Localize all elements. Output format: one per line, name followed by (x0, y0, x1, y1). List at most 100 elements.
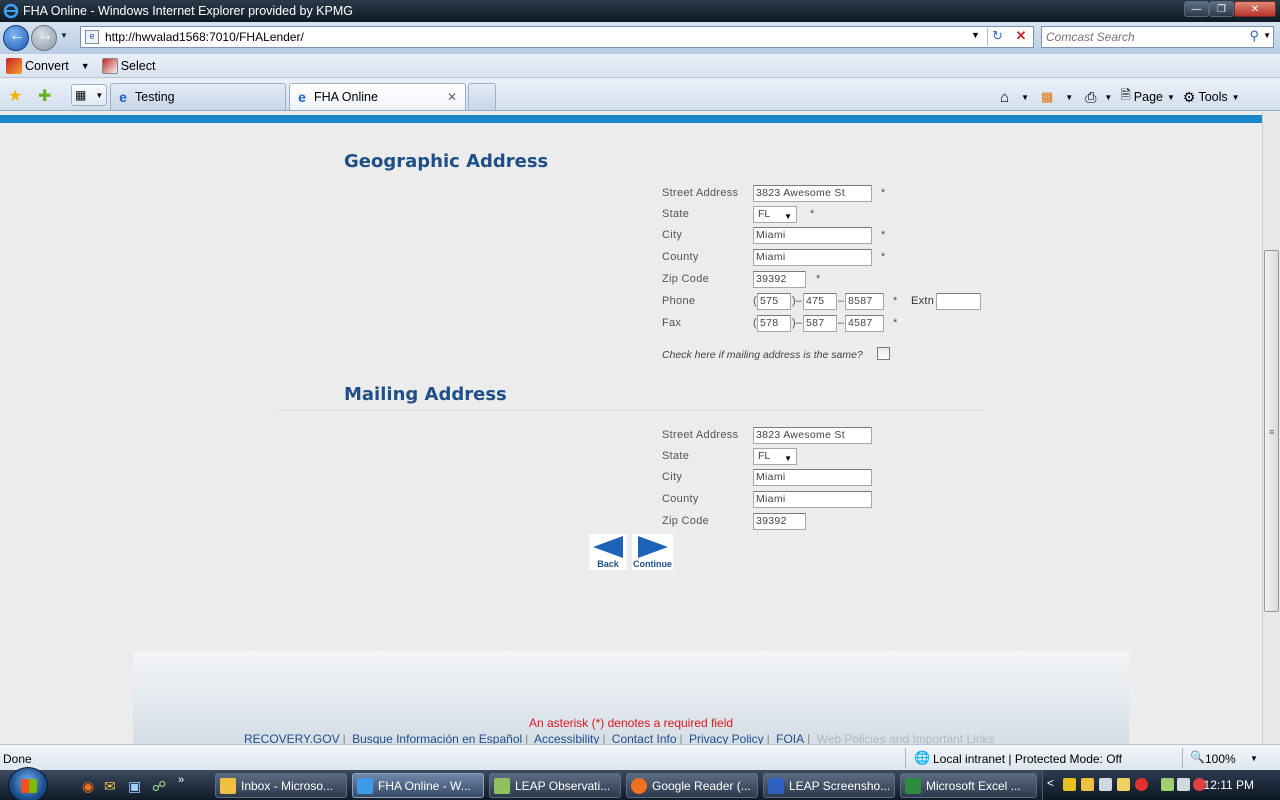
link-privacy-policy[interactable]: Privacy Policy (689, 732, 764, 744)
taskbar-fha-online[interactable]: FHA Online - W... (352, 773, 484, 798)
desktop-icon[interactable]: ▣ (128, 778, 141, 795)
network-tray-icon[interactable] (1177, 778, 1190, 791)
zoom-dropdown-icon[interactable]: ▼ (1250, 754, 1258, 763)
mail-city-input[interactable]: Miami (753, 469, 872, 486)
tools-dropdown-icon[interactable]: ▼ (1232, 93, 1240, 102)
print-dropdown-icon[interactable]: ▼ (1104, 93, 1112, 102)
feeds-icon[interactable]: ▩ (1041, 89, 1053, 105)
vertical-scrollbar[interactable]: ≡ (1262, 112, 1280, 744)
same-address-label: Check here if mailing address is the sam… (662, 349, 863, 361)
security-zone[interactable]: Local intranet | Protected Mode: Off (933, 752, 1122, 766)
alert-icon[interactable] (1135, 778, 1148, 791)
address-bar[interactable]: e http://hwvalad1568:7010/FHALender/ ▼ ↻… (80, 26, 1034, 48)
notes-icon (494, 777, 510, 794)
fax-prefix-input[interactable]: 587 (803, 315, 837, 332)
close-window-button[interactable]: ✕ (1234, 1, 1276, 17)
tray-expand-icon[interactable]: < (1047, 776, 1054, 790)
history-dropdown-icon[interactable]: ▼ (60, 31, 68, 40)
outlook-tray-icon[interactable] (1081, 778, 1094, 791)
taskbar-excel[interactable]: Microsoft Excel ... (900, 773, 1037, 798)
feeds-dropdown-icon[interactable]: ▼ (1065, 93, 1073, 102)
link-web-policies[interactable]: Web Policies and Important Links (817, 732, 995, 744)
globe-icon: 🌐 (914, 750, 931, 765)
firefox-icon[interactable]: ◉ (82, 778, 94, 795)
continue-button[interactable]: Continue (632, 534, 673, 570)
mail-county-input[interactable]: Miami (753, 491, 872, 508)
favorites-star-icon[interactable]: ★ (8, 86, 22, 106)
geo-state-select[interactable]: FL ▼ (753, 206, 797, 223)
page-menu[interactable]: Page (1134, 90, 1163, 104)
address-dropdown-icon[interactable]: ▼ (971, 30, 980, 40)
convert-button[interactable]: Convert ▼ (6, 57, 90, 74)
refresh-icon[interactable]: ↻ (987, 28, 1007, 46)
taskbar-leap-observation[interactable]: LEAP Observati... (489, 773, 621, 798)
maximize-button[interactable]: ❒ (1209, 1, 1234, 17)
required-mark: * (881, 229, 886, 241)
clock[interactable]: 12:11 PM (1204, 778, 1254, 792)
minimize-button[interactable]: — (1184, 1, 1209, 17)
chevron-down-icon: ▼ (784, 212, 792, 221)
same-address-checkbox[interactable] (877, 347, 890, 360)
tab-list-dropdown-icon[interactable]: ▼ (95, 91, 103, 100)
mail-state-select[interactable]: FL ▼ (753, 448, 797, 465)
tab-testing[interactable]: e Testing (110, 83, 286, 110)
url-text[interactable]: http://hwvalad1568:7010/FHALender/ (105, 30, 304, 44)
taskbar-inbox[interactable]: Inbox - Microso... (215, 773, 347, 798)
stop-icon[interactable]: ✕ (1011, 28, 1031, 46)
link-foia[interactable]: FOIA (776, 732, 804, 744)
tab-fha-online[interactable]: e FHA Online ✕ (289, 83, 466, 110)
taskbar-label: LEAP Screensho... (789, 778, 891, 793)
shield-icon[interactable] (1117, 778, 1130, 791)
extn-input[interactable] (936, 293, 981, 310)
messenger-icon[interactable] (1099, 778, 1112, 791)
geo-county-input[interactable]: Miami (753, 249, 872, 266)
tools-menu[interactable]: Tools (1198, 90, 1227, 104)
taskbar-google-reader[interactable]: Google Reader (... (626, 773, 758, 798)
link-espanol[interactable]: Busque Información en Español (352, 732, 522, 744)
mail-city-label: City (662, 471, 683, 483)
power-icon[interactable] (1161, 778, 1174, 791)
back-button[interactable]: Back (589, 534, 627, 570)
page-footer (133, 651, 1129, 744)
select-button[interactable]: Select (101, 57, 155, 74)
mail-street-input[interactable]: 3823 Awesome St (753, 427, 872, 444)
geo-city-input[interactable]: Miami (753, 227, 872, 244)
geo-street-input[interactable]: 3823 Awesome St (753, 185, 872, 202)
link-contact-info[interactable]: Contact Info (612, 732, 677, 744)
taskbar-label: LEAP Observati... (515, 778, 611, 793)
geo-zip-input[interactable]: 39392 (753, 271, 806, 288)
security-icon[interactable] (1063, 778, 1076, 791)
link-recovery-gov[interactable]: RECOVERY.GOV (244, 732, 340, 744)
search-icon[interactable]: ⚲ (1249, 28, 1259, 44)
quick-tabs-button[interactable]: ▦ ▼ (71, 84, 107, 106)
search-dropdown-icon[interactable]: ▼ (1263, 31, 1271, 40)
convert-dropdown-icon[interactable]: ▼ (81, 61, 90, 71)
expand-icon[interactable]: » (178, 774, 184, 786)
home-icon[interactable]: ⌂ (1000, 89, 1009, 106)
mail-zip-input[interactable]: 39392 (753, 513, 806, 530)
zoom-level[interactable]: 100% (1205, 752, 1236, 766)
link-accessibility[interactable]: Accessibility (534, 732, 599, 744)
taskbar-leap-screenshots[interactable]: LEAP Screensho... (763, 773, 895, 798)
browser-forward-button[interactable]: → (31, 25, 57, 51)
browser-back-button[interactable]: ← (3, 25, 29, 51)
fax-area-input[interactable]: 578 (757, 315, 791, 332)
start-button[interactable] (8, 767, 48, 800)
add-favorites-icon[interactable]: ✚ (38, 86, 51, 106)
page-dropdown-icon[interactable]: ▼ (1167, 93, 1175, 102)
new-tab-button[interactable] (468, 83, 496, 110)
network-icon[interactable]: ☍ (152, 778, 166, 795)
home-dropdown-icon[interactable]: ▼ (1021, 93, 1029, 102)
search-box[interactable]: ⚲ ▼ (1041, 26, 1274, 48)
system-tray: < 12:11 PM (1042, 770, 1280, 800)
outlook-icon[interactable]: ✉ (104, 778, 116, 795)
fax-line-input[interactable]: 4587 (845, 315, 884, 332)
print-icon[interactable]: ⎙ (1085, 89, 1096, 106)
close-tab-icon[interactable]: ✕ (447, 90, 457, 104)
phone-line-input[interactable]: 8587 (845, 293, 884, 310)
search-input[interactable] (1046, 28, 1246, 46)
phone-area-input[interactable]: 575 (757, 293, 791, 310)
geo-city-label: City (662, 229, 683, 241)
scrollbar-thumb[interactable]: ≡ (1264, 250, 1279, 612)
phone-prefix-input[interactable]: 475 (803, 293, 837, 310)
